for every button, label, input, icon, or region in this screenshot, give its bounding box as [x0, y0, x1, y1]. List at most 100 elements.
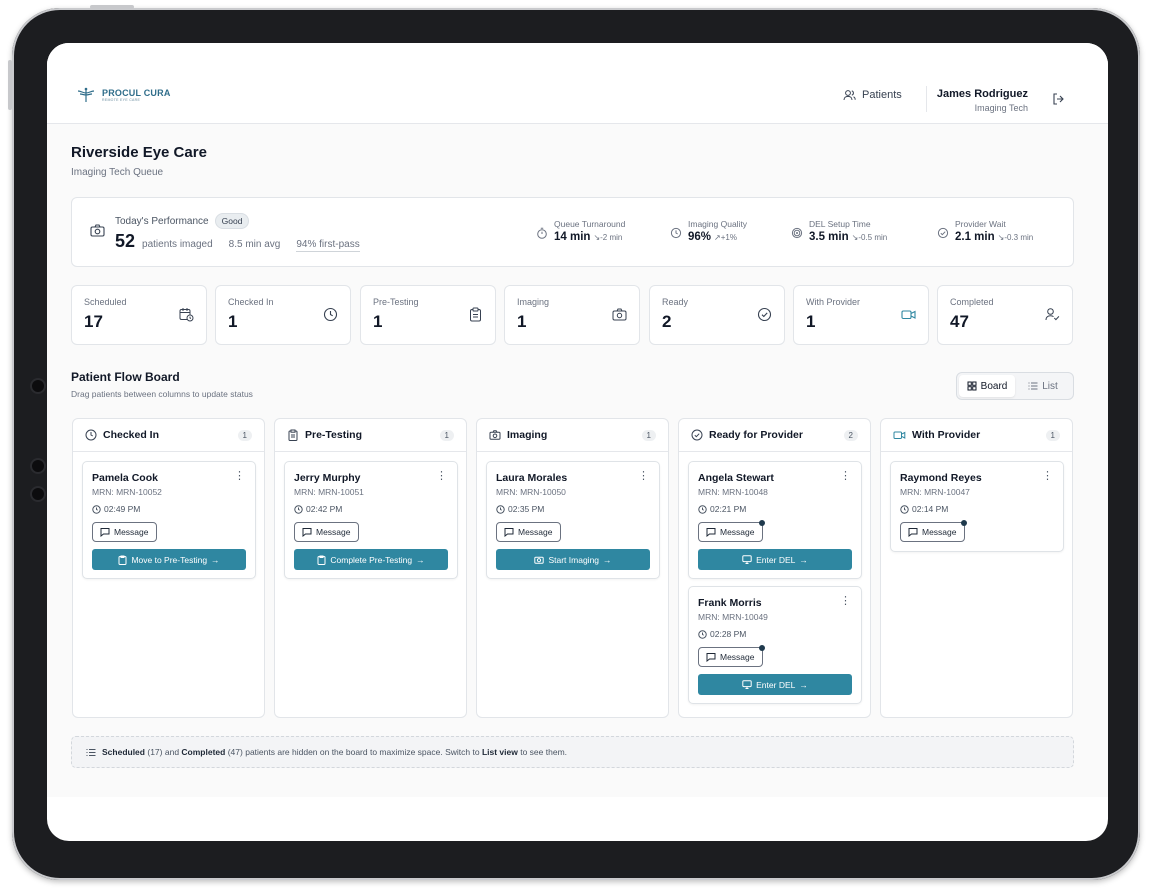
board-view-button[interactable]: Board	[959, 375, 1015, 397]
column-count: 1	[237, 429, 252, 441]
message-button[interactable]: Message	[900, 520, 967, 542]
board-subtitle: Drag patients between columns to update …	[71, 389, 253, 399]
patient-card[interactable]: Raymond Reyes MRN: MRN-10047 02:14 PM ⋮ …	[890, 461, 1064, 552]
notice-and: and	[164, 747, 180, 757]
logout-icon[interactable]	[1052, 93, 1065, 105]
column-title: With Provider	[912, 429, 981, 441]
column-header: Checked In 1	[73, 419, 264, 452]
stat-card-scheduled[interactable]: Scheduled 17	[71, 285, 207, 345]
arrow-right-icon: →	[799, 679, 808, 690]
patient-card[interactable]: Frank Morris MRN: MRN-10049 02:28 PM ⋮ M…	[688, 586, 862, 704]
patient-card[interactable]: Laura Morales MRN: MRN-10050 02:35 PM ⋮ …	[486, 461, 660, 579]
stat-card-pre-testing[interactable]: Pre-Testing 1	[360, 285, 496, 345]
top-bar: PROCUL CURA REMOTE EYE CARE Patients Jam…	[47, 43, 1108, 124]
patient-card[interactable]: Jerry Murphy MRN: MRN-10051 02:42 PM ⋮ M…	[284, 461, 458, 579]
time-value: 02:14 PM	[912, 504, 949, 514]
clock-icon	[496, 504, 505, 514]
stat-label: Completed	[950, 297, 994, 307]
metric-label: Imaging Quality	[688, 219, 748, 229]
clock-icon	[85, 429, 97, 441]
time-value: 02:42 PM	[306, 504, 343, 514]
clock-icon	[698, 629, 707, 639]
more-menu-icon[interactable]: ⋮	[638, 471, 649, 482]
unread-indicator	[960, 520, 967, 526]
sensor-dot	[32, 488, 44, 500]
patient-time: 02:28 PM	[698, 629, 746, 639]
patient-time: 02:42 PM	[294, 504, 342, 514]
list-view-button[interactable]: List	[1015, 375, 1071, 397]
clipboard-icon	[317, 555, 326, 565]
caduceus-icon	[77, 87, 95, 102]
arrow-right-icon: →	[603, 554, 612, 565]
notice-end: to see them.	[520, 747, 568, 757]
clipboard-icon	[288, 429, 298, 441]
stat-card-completed[interactable]: Completed 47	[937, 285, 1073, 345]
patient-mrn: MRN: MRN-10049	[698, 612, 768, 622]
board-view-label: Board	[980, 380, 1008, 392]
avg-time: 8.5 min avg	[228, 239, 281, 250]
time-value: 02:21 PM	[710, 504, 747, 514]
metric-delta: -2 min	[600, 233, 623, 242]
move-to-pre-testing-button[interactable]: Move to Pre-Testing →	[92, 549, 246, 570]
message-label: Message	[114, 527, 149, 537]
more-menu-icon[interactable]: ⋮	[436, 471, 447, 482]
arrow-right-icon: →	[799, 554, 808, 565]
message-button[interactable]: Message	[698, 645, 765, 667]
more-menu-icon[interactable]: ⋮	[840, 471, 851, 482]
stat-value: 2	[662, 312, 672, 331]
patients-nav-link[interactable]: Patients	[843, 89, 902, 101]
stat-card-checked-in[interactable]: Checked In 1	[215, 285, 351, 345]
notice-completed-count: (47)	[227, 747, 243, 757]
stat-value: 1	[373, 312, 383, 331]
patient-time: 02:21 PM	[698, 504, 746, 514]
video-icon	[901, 310, 916, 320]
stat-value: 17	[84, 312, 103, 331]
patients-imaged-count: 52	[115, 231, 136, 251]
action-label: Enter DEL	[756, 679, 796, 690]
clock-icon	[698, 504, 707, 514]
notice-completed: Completed	[181, 747, 226, 757]
message-label: Message	[316, 527, 351, 537]
grid-icon	[967, 381, 977, 391]
camera-dot	[32, 380, 44, 392]
unread-indicator	[758, 645, 765, 651]
check-circle-icon	[937, 227, 949, 239]
stat-card-with-provider[interactable]: With Provider 1	[793, 285, 929, 345]
patient-time: 02:49 PM	[92, 504, 140, 514]
first-pass-rate[interactable]: 94% first-pass	[296, 239, 360, 252]
enter-del-button[interactable]: Enter DEL →	[698, 549, 852, 570]
more-menu-icon[interactable]: ⋮	[234, 471, 245, 482]
column-header: Imaging 1	[477, 419, 668, 452]
message-button[interactable]: Message	[698, 520, 765, 542]
unread-indicator	[758, 520, 765, 526]
performance-label-row: Today's Performance Good	[115, 213, 250, 229]
camera-icon	[489, 430, 501, 440]
column-header: Ready for Provider 2	[679, 419, 870, 452]
stat-card-ready[interactable]: Ready 2	[649, 285, 785, 345]
action-label: Move to Pre-Testing	[131, 554, 208, 565]
start-imaging-button[interactable]: Start Imaging →	[496, 549, 650, 570]
logo[interactable]: PROCUL CURA REMOTE EYE CARE	[74, 87, 171, 103]
message-label: Message	[518, 527, 553, 537]
camera-icon	[612, 308, 627, 321]
complete-pre-testing-button[interactable]: Complete Pre-Testing →	[294, 549, 448, 570]
notice-list-view-link[interactable]: List view	[482, 747, 518, 757]
message-button[interactable]: Message	[496, 522, 561, 542]
stat-card-imaging[interactable]: Imaging 1	[504, 285, 640, 345]
column-count: 1	[641, 429, 656, 441]
metric-value: 3.5 min	[809, 231, 849, 243]
app-page: PROCUL CURA REMOTE EYE CARE Patients Jam…	[47, 43, 1108, 797]
stat-label: With Provider	[806, 297, 861, 307]
enter-del-button[interactable]: Enter DEL →	[698, 674, 852, 695]
stat-label: Scheduled	[84, 297, 127, 307]
message-icon	[706, 653, 716, 662]
more-menu-icon[interactable]: ⋮	[840, 596, 851, 607]
more-menu-icon[interactable]: ⋮	[1042, 471, 1053, 482]
target-icon	[791, 227, 803, 239]
performance-panel: Today's Performance Good 52 patients ima…	[71, 197, 1074, 267]
patient-card[interactable]: Pamela Cook MRN: MRN-10052 02:49 PM ⋮ Me…	[82, 461, 256, 579]
patient-card[interactable]: Angela Stewart MRN: MRN-10048 02:21 PM ⋮…	[688, 461, 862, 579]
stat-label: Pre-Testing	[373, 297, 419, 307]
message-button[interactable]: Message	[294, 522, 359, 542]
message-button[interactable]: Message	[92, 522, 157, 542]
